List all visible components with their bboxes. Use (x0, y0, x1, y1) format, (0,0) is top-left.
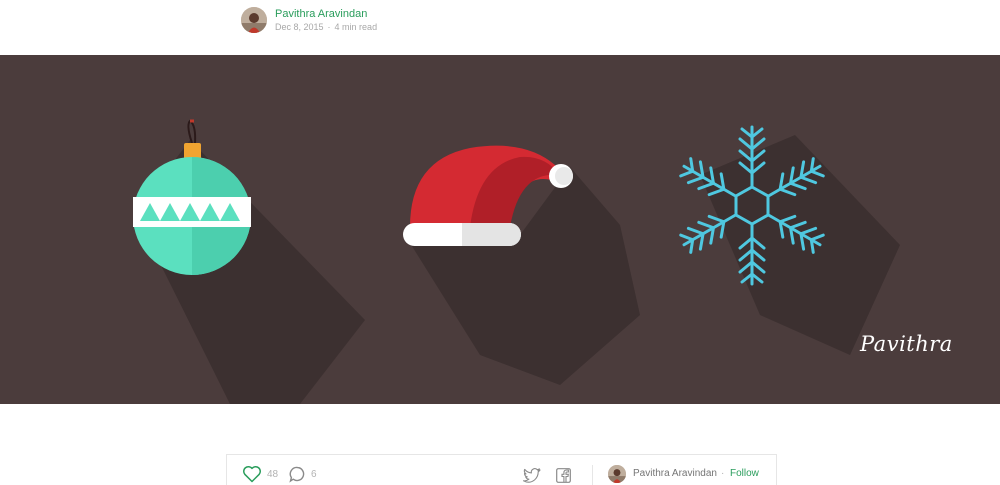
share-facebook-button[interactable] (556, 468, 571, 483)
facebook-icon (556, 468, 571, 483)
read-time: 4 min read (334, 22, 378, 32)
responses-button[interactable]: 6 (289, 466, 317, 483)
action-bar-divider (592, 465, 593, 485)
post-date: Dec 8, 2015 (275, 22, 324, 32)
author-avatar-small[interactable] (608, 465, 626, 483)
christmas-ornament-icon (133, 119, 251, 275)
share-twitter-button[interactable] (523, 468, 541, 483)
author-avatar[interactable] (241, 7, 267, 33)
snowflake-shadow (700, 135, 900, 355)
artist-signature: Pavithra (860, 332, 953, 356)
heart-icon (243, 466, 261, 483)
twitter-icon (523, 468, 541, 483)
speech-bubble-icon (289, 466, 305, 483)
author-name-link[interactable]: Pavithra Aravindan (275, 8, 367, 20)
meta-separator: · (327, 22, 331, 32)
follow-separator: · (721, 468, 725, 479)
post-action-bar: 48 6 Pavithra Aravindan · Follow (226, 454, 777, 485)
recommend-button[interactable]: 48 (242, 465, 278, 483)
page: Pavithra Aravindan Dec 8, 2015 · 4 min rea… (0, 0, 1000, 485)
post-meta: Dec 8, 2015 · 4 min read (275, 22, 377, 32)
response-count: 6 (311, 469, 317, 480)
follow-button[interactable]: Follow (730, 468, 759, 479)
post-header: Pavithra Aravindan Dec 8, 2015 · 4 min rea… (0, 0, 1000, 55)
recommend-count: 48 (267, 468, 279, 480)
hero-image: Pavithra (0, 55, 1000, 404)
author-name-footer[interactable]: Pavithra Aravindan (633, 468, 717, 479)
